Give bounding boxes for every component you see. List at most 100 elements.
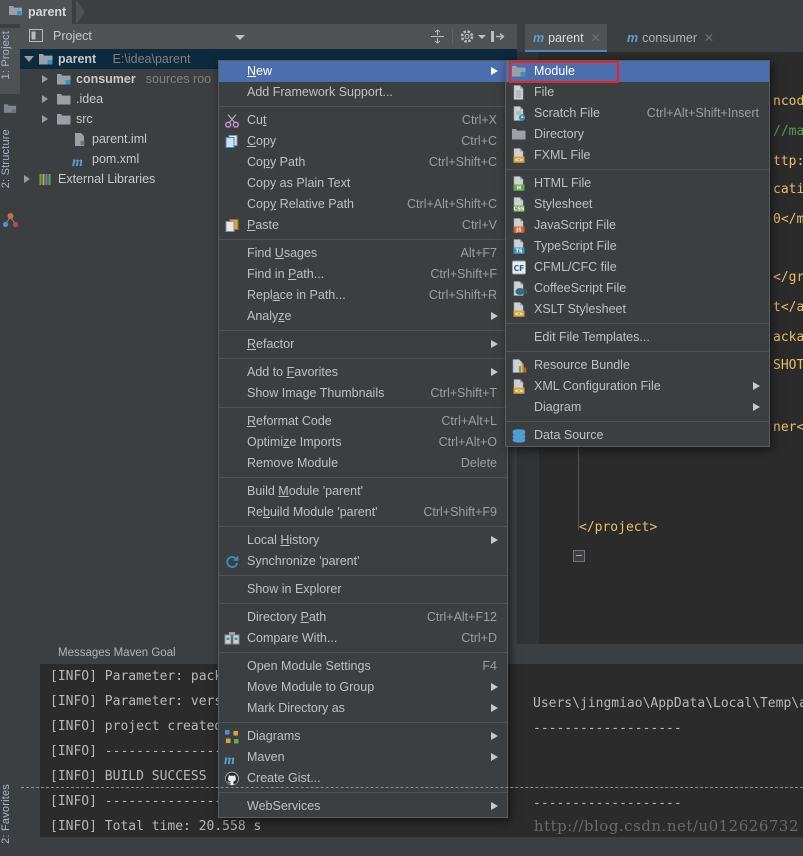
menu-item-copy[interactable]: Copy Ctrl+C — [219, 131, 507, 152]
menu-item-directory[interactable]: Directory — [506, 124, 769, 145]
editor-tab-parent[interactable]: m parent ✕ — [525, 24, 607, 52]
menu-separator — [219, 603, 507, 604]
module-folder-icon[interactable] — [3, 102, 17, 116]
menu-item-label: Find Usages — [247, 246, 318, 260]
menu-item-copy-path[interactable]: Copy Path Ctrl+Shift+C — [219, 152, 507, 173]
menu-item-file[interactable]: File — [506, 82, 769, 103]
cfml-file-icon: CF — [511, 260, 527, 275]
tree-expand-arrow-open-icon[interactable] — [24, 56, 34, 62]
menu-item-mark-directory-as[interactable]: Mark Directory as — [219, 698, 507, 719]
menu-item-compare-with[interactable]: Compare With... Ctrl+D — [219, 628, 507, 649]
menu-item-paste[interactable]: Paste Ctrl+V — [219, 215, 507, 236]
menu-item-show-image-thumbnails[interactable]: Show Image Thumbnails Ctrl+Shift+T — [219, 383, 507, 404]
menu-item-synchronize-parent[interactable]: Synchronize 'parent' — [219, 551, 507, 572]
sidebar-item-project[interactable]: 1: Project — [0, 28, 20, 94]
code-fold-toggle[interactable] — [573, 550, 585, 562]
menu-item-typescript-file[interactable]: TS TypeScript File — [506, 236, 769, 257]
context-menu[interactable]: New Add Framework Support... Cut Ctrl+X Copy… — [218, 60, 508, 818]
menu-item-scratch-file[interactable]: Scratch File Ctrl+Alt+Shift+Insert — [506, 103, 769, 124]
menu-item-module[interactable]: Module — [506, 61, 769, 82]
close-icon[interactable]: ✕ — [591, 31, 601, 45]
menu-item-stylesheet[interactable]: CSS Stylesheet — [506, 194, 769, 215]
menu-item-data-source[interactable]: Data Source — [506, 425, 769, 446]
menu-item-label: FXML File — [534, 148, 591, 162]
gear-icon[interactable] — [460, 29, 475, 47]
menu-item-label: Replace in Path... — [247, 288, 346, 302]
menu-item-diagram[interactable]: Diagram — [506, 397, 769, 418]
menu-item-cfml-cfc-file[interactable]: CF CFML/CFC file — [506, 257, 769, 278]
console-focus-border — [21, 787, 803, 788]
menu-item-label: Copy — [247, 134, 277, 148]
menu-item-add-framework-support[interactable]: Add Framework Support... — [219, 82, 507, 103]
menu-item-refactor[interactable]: Refactor — [219, 334, 507, 355]
menu-item-build-module-parent[interactable]: Build Module 'parent' — [219, 481, 507, 502]
menu-item-fxml-file[interactable]: <> FXML File — [506, 145, 769, 166]
menu-item-coffeescript-file[interactable]: CoffeeScript File — [506, 278, 769, 299]
editor-tab-consumer[interactable]: m consumer ✕ — [619, 24, 720, 52]
menu-item-open-module-settings[interactable]: Open Module Settings F4 — [219, 656, 507, 677]
menu-item-directory-path[interactable]: Directory Path Ctrl+Alt+F12 — [219, 607, 507, 628]
code-fragment: ncodi — [773, 94, 803, 109]
chevron-down-icon[interactable] — [235, 35, 245, 40]
menu-item-create-gist[interactable]: Create Gist... — [219, 768, 507, 789]
menu-item-move-module-to-group[interactable]: Move Module to Group — [219, 677, 507, 698]
menu-separator — [219, 477, 507, 478]
tree-expand-arrow-closed-icon[interactable] — [42, 75, 48, 83]
breadcrumb[interactable]: parent — [0, 0, 73, 24]
menu-item-show-in-explorer[interactable]: Show in Explorer — [219, 579, 507, 600]
menu-item-cut[interactable]: Cut Ctrl+X — [219, 110, 507, 131]
menu-item-remove-module[interactable]: Remove Module Delete — [219, 453, 507, 474]
module-folder-icon — [511, 64, 527, 79]
expand-collapse-icon[interactable] — [430, 29, 445, 47]
close-icon[interactable]: ✕ — [704, 31, 714, 45]
tree-node-label: pom.xml — [92, 152, 140, 166]
svg-text:TS: TS — [515, 248, 522, 254]
menu-item-label: Stylesheet — [534, 197, 593, 211]
tree-expand-arrow-closed-icon[interactable] — [24, 175, 30, 183]
menu-item-copy-as-plain-text[interactable]: Copy as Plain Text — [219, 173, 507, 194]
gear-dropdown-icon[interactable] — [478, 35, 486, 39]
menu-item-local-history[interactable]: Local History — [219, 530, 507, 551]
new-submenu[interactable]: Module File Scratch File Ctrl+Alt+Shift+Ins… — [505, 60, 770, 447]
tree-expand-arrow-closed-icon[interactable] — [42, 115, 48, 123]
menu-item-label: New — [247, 64, 273, 78]
menu-item-rebuild-module-parent[interactable]: Rebuild Module 'parent' Ctrl+Shift+F9 — [219, 502, 507, 523]
menu-separator — [506, 323, 769, 324]
menu-item-xml-configuration-file[interactable]: <> XML Configuration File — [506, 376, 769, 397]
menu-item-find-usages[interactable]: Find Usages Alt+F7 — [219, 243, 507, 264]
menu-item-replace-in-path[interactable]: Replace in Path... Ctrl+Shift+R — [219, 285, 507, 306]
menu-item-reformat-code[interactable]: Reformat Code Ctrl+Alt+L — [219, 411, 507, 432]
menu-item-edit-file-templates[interactable]: Edit File Templates... — [506, 327, 769, 348]
menu-item-maven[interactable]: m Maven — [219, 747, 507, 768]
structure-nodes-icon[interactable] — [2, 212, 19, 228]
project-view-icon — [29, 29, 44, 46]
editor-tab-label: consumer — [642, 31, 698, 45]
menu-item-shortcut: Ctrl+Alt+Shift+Insert — [646, 106, 759, 120]
menu-item-label: Diagram — [534, 400, 582, 414]
menu-item-new[interactable]: New — [219, 61, 507, 82]
menu-item-analyze[interactable]: Analyze — [219, 306, 507, 327]
tree-expand-arrow-closed-icon[interactable] — [42, 95, 48, 103]
menu-item-resource-bundle[interactable]: Resource Bundle — [506, 355, 769, 376]
tree-node-label: src — [76, 112, 93, 126]
menu-item-label: Remove Module — [247, 456, 339, 470]
submenu-arrow-icon — [491, 536, 498, 544]
menu-item-javascript-file[interactable]: JS JavaScript File — [506, 215, 769, 236]
menu-item-xslt-stylesheet[interactable]: <> XSLT Stylesheet — [506, 299, 769, 320]
menu-item-diagrams[interactable]: Diagrams — [219, 726, 507, 747]
menu-separator — [219, 575, 507, 576]
menu-item-label: Copy Path — [247, 155, 306, 169]
hide-panel-icon[interactable] — [490, 29, 505, 47]
menu-separator — [219, 526, 507, 527]
menu-item-add-to-favorites[interactable]: Add to Favorites — [219, 362, 507, 383]
menu-item-shortcut: Alt+F7 — [460, 246, 497, 260]
menu-item-label: Move Module to Group — [247, 680, 375, 694]
sidebar-item-favorites[interactable]: 2: Favorites — [0, 784, 20, 856]
menu-item-webservices[interactable]: WebServices — [219, 796, 507, 817]
menu-item-optimize-imports[interactable]: Optimize Imports Ctrl+Alt+O — [219, 432, 507, 453]
menu-item-html-file[interactable]: H HTML File — [506, 173, 769, 194]
svg-text:H: H — [517, 185, 521, 191]
menu-item-copy-relative-path[interactable]: Copy Relative Path Ctrl+Alt+Shift+C — [219, 194, 507, 215]
sidebar-item-structure[interactable]: 2: Structure — [0, 129, 20, 205]
menu-item-find-in-path[interactable]: Find in Path... Ctrl+Shift+F — [219, 264, 507, 285]
